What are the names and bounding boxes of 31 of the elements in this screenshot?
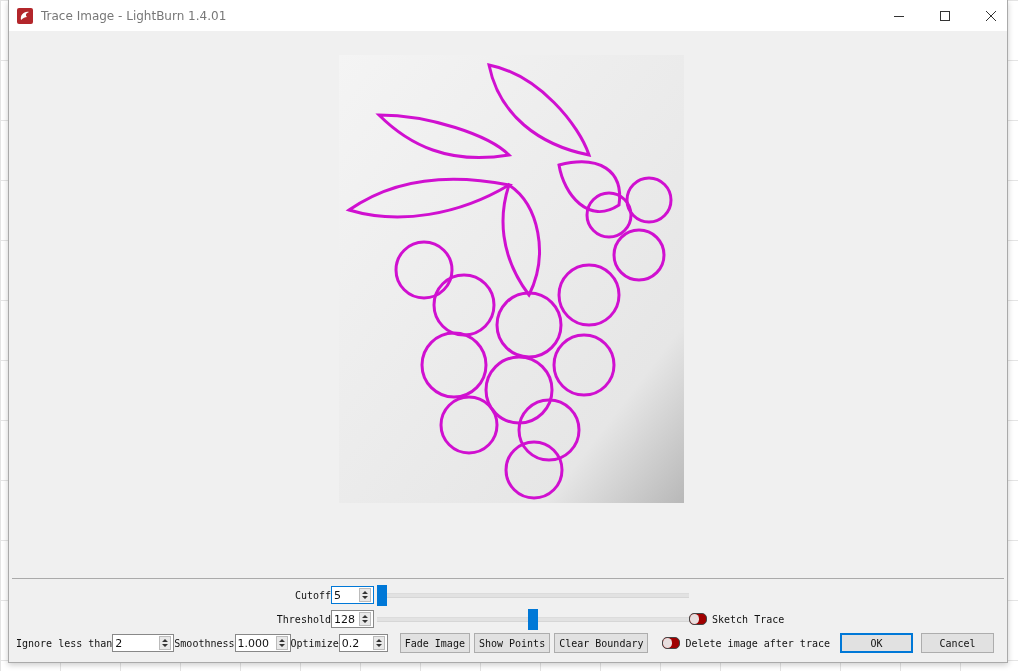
field-label: Smoothness [174, 637, 235, 649]
action-button[interactable]: Fade Image [399, 633, 470, 653]
toggle-label: Sketch Trace [712, 613, 785, 625]
toggle-switch[interactable] [662, 637, 681, 649]
app-logo-icon [17, 7, 33, 24]
action-button[interactable]: Clear Boundary [554, 633, 649, 653]
toggle-label: Delete image after trace [685, 637, 830, 649]
action-button[interactable]: Show Points [473, 633, 551, 653]
close-icon[interactable] [985, 9, 997, 22]
ok-button[interactable]: OK [839, 633, 913, 653]
field-label: Optimize [290, 637, 339, 649]
field-label: Ignore less than [16, 637, 113, 649]
spin-arrows-icon[interactable] [372, 636, 385, 650]
spin-box[interactable]: 5 [331, 586, 374, 604]
maximize-icon[interactable] [939, 9, 951, 22]
slider-thumb[interactable] [377, 584, 387, 606]
spin-arrows-icon[interactable] [359, 612, 371, 626]
slider-thumb[interactable] [528, 608, 538, 630]
spin-arrows-icon[interactable] [275, 636, 288, 650]
spin-box[interactable]: 128 [331, 610, 374, 628]
spin-box[interactable]: 1.000 [234, 634, 291, 652]
cancel-button[interactable]: Cancel [920, 633, 994, 653]
field-label: Threshold [276, 613, 331, 625]
spin-box[interactable]: 0.2 [338, 634, 388, 652]
spin-arrows-icon[interactable] [359, 588, 371, 602]
slider-track[interactable] [377, 608, 689, 630]
field-label: Cutoff [294, 589, 331, 601]
window-title: Trace Image - LightBurn 1.4.01 [41, 8, 227, 23]
spin-box[interactable]: 2 [112, 634, 175, 652]
toggle-switch[interactable] [689, 613, 707, 625]
spin-arrows-icon[interactable] [159, 636, 172, 650]
